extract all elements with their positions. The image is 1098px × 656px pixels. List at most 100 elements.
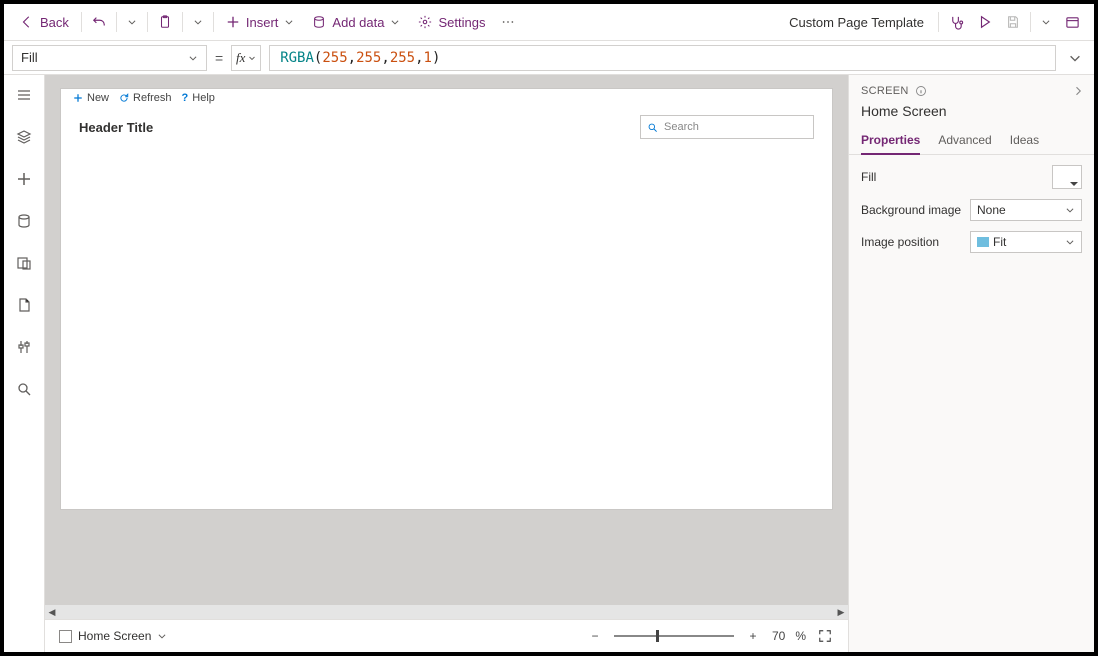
- image-position-value: Fit: [993, 235, 1006, 249]
- tab-advanced[interactable]: Advanced: [938, 129, 991, 154]
- background-image-label: Background image: [861, 203, 961, 217]
- search-icon: [16, 381, 32, 397]
- add-data-button[interactable]: Add data: [304, 8, 408, 36]
- save-split-button[interactable]: [1035, 8, 1057, 36]
- refresh-button[interactable]: Refresh: [119, 92, 172, 104]
- scroll-track[interactable]: [59, 605, 834, 619]
- formula-fn: RGBA: [280, 50, 314, 66]
- plus-icon: [226, 15, 240, 29]
- variables-pane-button[interactable]: [12, 293, 36, 317]
- paste-button[interactable]: [152, 8, 178, 36]
- clipboard-icon: [158, 15, 172, 29]
- card-header: Header Title Search: [61, 107, 832, 139]
- paste-split-button[interactable]: [187, 8, 209, 36]
- new-button[interactable]: New: [73, 92, 109, 104]
- info-icon: [915, 85, 927, 97]
- back-label: Back: [40, 15, 69, 30]
- save-button[interactable]: [1000, 8, 1026, 36]
- help-label: Help: [192, 92, 215, 104]
- search-pane-button[interactable]: [12, 377, 36, 401]
- zoom-controls: − + 70 %: [586, 627, 834, 645]
- search-placeholder: Search: [664, 121, 699, 133]
- collapse-panel-button[interactable]: [1072, 85, 1084, 97]
- chevron-down-icon: [127, 17, 137, 27]
- image-position-row: Image position Fit: [861, 231, 1082, 253]
- command-bar: Back Insert Add data Settings Custom Pag…: [4, 4, 1094, 41]
- chevron-down-icon: [1065, 205, 1075, 215]
- expand-icon: [818, 629, 832, 643]
- stethoscope-icon: [949, 15, 964, 30]
- publish-button[interactable]: [1059, 8, 1086, 36]
- image-position-select[interactable]: Fit: [970, 231, 1082, 253]
- insert-pane-button[interactable]: [12, 167, 36, 191]
- scroll-left-button[interactable]: ◀: [45, 605, 59, 619]
- separator: [116, 12, 117, 32]
- back-button[interactable]: Back: [12, 8, 77, 36]
- separator: [213, 12, 214, 32]
- app-frame: { "toolbar": { "back_label": "Back", "in…: [0, 0, 1098, 656]
- insert-label: Insert: [246, 15, 279, 30]
- gear-icon: [418, 15, 432, 29]
- zoom-out-button[interactable]: −: [586, 627, 604, 645]
- data-pane-button[interactable]: [12, 209, 36, 233]
- background-image-select[interactable]: None: [970, 199, 1082, 221]
- scroll-right-button[interactable]: ▶: [834, 605, 848, 619]
- zoom-percent: %: [795, 629, 806, 643]
- property-dropdown[interactable]: Fill: [12, 45, 207, 71]
- search-icon: [647, 122, 658, 133]
- background-image-value: None: [977, 203, 1006, 217]
- undo-icon: [92, 15, 106, 29]
- plus-icon: [73, 93, 83, 103]
- fx-button[interactable]: fx: [231, 45, 261, 71]
- canvas-viewport[interactable]: New Refresh ? Help Header Title: [45, 75, 848, 605]
- plus-icon: [16, 171, 32, 187]
- zoom-in-button[interactable]: +: [744, 627, 762, 645]
- separator: [1030, 12, 1031, 32]
- zoom-thumb[interactable]: [656, 630, 659, 642]
- screen-selector[interactable]: Home Screen: [59, 629, 167, 643]
- hamburger-button[interactable]: [12, 83, 36, 107]
- screen-canvas[interactable]: New Refresh ? Help Header Title: [61, 89, 832, 509]
- zoom-slider[interactable]: [614, 635, 734, 637]
- screen-checkbox[interactable]: [59, 630, 72, 643]
- media-pane-button[interactable]: [12, 251, 36, 275]
- more-button[interactable]: [495, 8, 521, 36]
- header-title: Header Title: [79, 120, 153, 135]
- database-icon: [312, 15, 326, 29]
- undo-button[interactable]: [86, 8, 112, 36]
- formula-bar: Fill = fx RGBA(255, 255, 255, 1): [4, 41, 1094, 75]
- document-icon: [16, 297, 32, 313]
- property-value: Fill: [21, 50, 38, 65]
- help-button[interactable]: ? Help: [182, 92, 215, 104]
- expand-formula-button[interactable]: [1064, 51, 1086, 65]
- tree-view-button[interactable]: [12, 125, 36, 149]
- horizontal-scrollbar[interactable]: ◀ ▶: [45, 605, 848, 619]
- image-position-label: Image position: [861, 235, 939, 249]
- arrow-left-icon: [20, 15, 34, 29]
- screen-name-label: Home Screen: [78, 629, 151, 643]
- fit-to-window-button[interactable]: [816, 627, 834, 645]
- card-command-bar: New Refresh ? Help: [61, 89, 832, 107]
- chevron-down-icon: [1041, 17, 1051, 27]
- layers-icon: [16, 129, 32, 145]
- preview-button[interactable]: [972, 8, 998, 36]
- tab-ideas[interactable]: Ideas: [1010, 129, 1039, 154]
- tools-icon: [16, 339, 32, 355]
- undo-split-button[interactable]: [121, 8, 143, 36]
- save-icon: [1006, 15, 1020, 29]
- publish-icon: [1065, 15, 1080, 30]
- app-checker-button[interactable]: [943, 8, 970, 36]
- insert-button[interactable]: Insert: [218, 8, 303, 36]
- search-input[interactable]: Search: [640, 115, 814, 139]
- panel-title: Home Screen: [849, 103, 1094, 129]
- panel-tabs: Properties Advanced Ideas: [849, 129, 1094, 155]
- formula-input[interactable]: RGBA(255, 255, 255, 1): [269, 45, 1056, 71]
- chevron-down-icon: [284, 17, 294, 27]
- question-icon: ?: [182, 92, 189, 104]
- panel-body: Fill Background image None Image positio…: [849, 155, 1094, 263]
- chevron-right-icon: [1072, 85, 1084, 97]
- settings-button[interactable]: Settings: [410, 8, 493, 36]
- tab-properties[interactable]: Properties: [861, 129, 920, 155]
- tools-pane-button[interactable]: [12, 335, 36, 359]
- fill-color-picker[interactable]: [1052, 165, 1082, 189]
